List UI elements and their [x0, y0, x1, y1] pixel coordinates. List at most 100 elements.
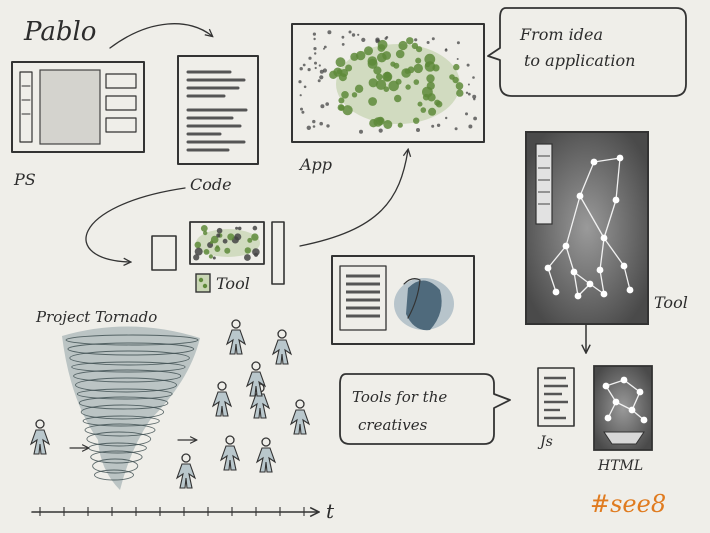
hashtag-text: #see8 [590, 490, 666, 518]
app-dot [354, 84, 364, 94]
graph-node [626, 286, 634, 294]
app-dot [394, 94, 402, 103]
tool-dot [244, 247, 251, 254]
graph-node [600, 234, 608, 242]
app-dot [434, 99, 441, 106]
tool-dot [216, 227, 223, 234]
code-label: Code [190, 175, 232, 194]
app-dot [314, 52, 317, 55]
arrow-title-to-code [109, 23, 212, 49]
app-dot [444, 48, 448, 52]
person-icon [289, 399, 311, 435]
sketch-drawing: Pablo PS Code App From idea to applicati… [11, 7, 688, 523]
app-dot [388, 80, 400, 92]
graph-node [600, 290, 608, 298]
app-dot [472, 76, 475, 79]
app-dot [368, 97, 377, 106]
app-dot [426, 74, 435, 83]
app-dot [453, 63, 460, 71]
app-dot [359, 129, 363, 134]
app-dot [341, 91, 349, 99]
creatives-frame [331, 255, 475, 345]
app-dot [377, 52, 387, 63]
app-dot [375, 79, 387, 90]
tool-dot [203, 230, 208, 236]
graph-node [636, 388, 644, 396]
app-dot [314, 66, 317, 70]
person-icon [175, 453, 197, 489]
app-dot [336, 69, 342, 75]
html-label: HTML [597, 458, 643, 474]
app-dot [426, 41, 430, 44]
person-icon [219, 435, 241, 471]
app-dot [337, 104, 345, 111]
idea-text-line2: to application [524, 51, 635, 70]
graph-node [620, 376, 628, 384]
app-dot [428, 107, 437, 116]
graph-node [620, 262, 628, 270]
tool-dot [210, 240, 214, 244]
app-dot [456, 89, 464, 97]
graph-node [544, 264, 552, 272]
app-dot [466, 63, 470, 67]
sketch-canvas: Pablo PS Code App From idea to applicati… [0, 0, 710, 533]
creatives-text-line1: Tools for the [352, 388, 447, 406]
app-dot [420, 107, 427, 113]
app-dot [313, 47, 317, 51]
tool-dot [251, 233, 259, 241]
app-dot [364, 46, 373, 56]
app-dot [327, 30, 332, 35]
person-icon [225, 319, 247, 355]
app-dot [319, 121, 324, 126]
tool-dot [200, 225, 208, 232]
app-dot [318, 64, 321, 67]
app-dot [425, 62, 431, 68]
graph-node [640, 416, 648, 424]
graph-node [596, 266, 604, 274]
tornado-funnel [62, 326, 200, 490]
tool-dot [194, 247, 203, 256]
creatives-text-line2: creatives [358, 416, 428, 434]
app-dot [299, 67, 303, 71]
app-dot [341, 43, 345, 46]
graph-node [612, 398, 620, 406]
app-dot [378, 128, 383, 133]
app-dot [465, 91, 469, 95]
graph-node [570, 268, 578, 276]
app-dot [326, 124, 330, 128]
app-dot [398, 40, 408, 51]
app-dot [416, 128, 420, 132]
graph-node [562, 242, 570, 250]
title-text: Pablo [23, 17, 96, 47]
app-dot [320, 104, 325, 109]
app-dot [345, 64, 353, 72]
app-dot [377, 44, 386, 52]
app-dot [473, 98, 476, 101]
app-dot [417, 101, 423, 107]
app-dot [301, 110, 305, 114]
app-dot [319, 75, 324, 80]
app-dot [414, 38, 418, 42]
tool-dot [194, 241, 202, 249]
app-dot [413, 63, 423, 74]
app-dot [302, 63, 306, 67]
app-dot [351, 33, 356, 37]
app-dot [338, 97, 345, 104]
idea-text-line1: From idea [519, 25, 603, 44]
app-dot [367, 58, 378, 69]
tool-dot [235, 226, 239, 230]
graph-node [602, 382, 610, 390]
app-dot [308, 56, 312, 60]
app-dot [413, 117, 420, 124]
tool-dot [208, 254, 213, 259]
app-dot [369, 119, 378, 128]
app-dot [468, 124, 473, 129]
app-dot [397, 122, 403, 128]
app-dot [299, 94, 302, 97]
time-axis-label: t [326, 499, 335, 523]
person-icon [271, 329, 293, 365]
tornado-label: Project Tornado [35, 308, 157, 326]
tool-dot [222, 238, 228, 244]
time-axis [31, 507, 318, 516]
app-dot [306, 125, 311, 130]
